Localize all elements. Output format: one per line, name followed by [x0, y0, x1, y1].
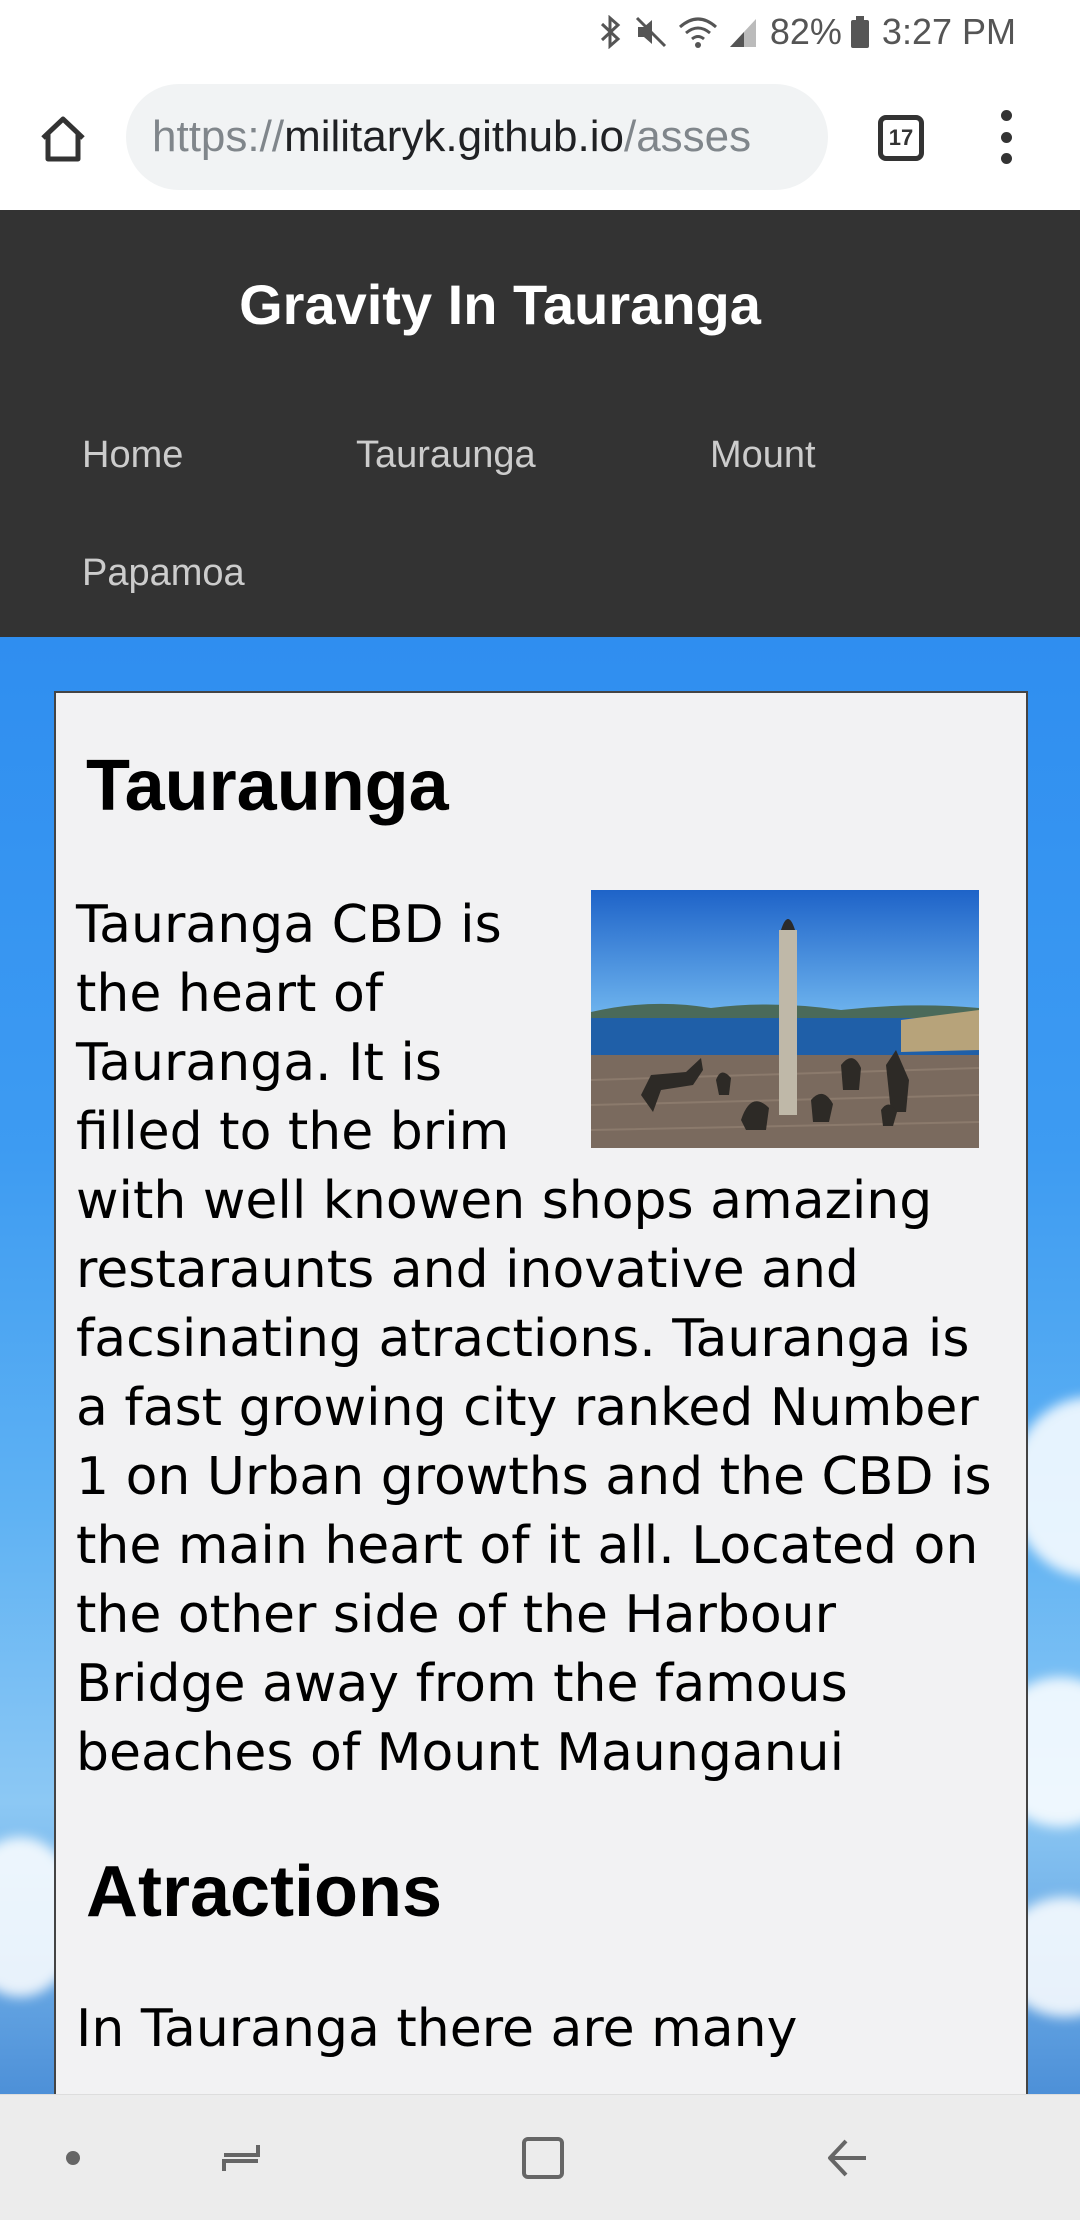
section-heading-tauraunga: Taurаunga [86, 746, 449, 826]
nav-papamoa-link[interactable]: Papamoa [82, 552, 245, 595]
tauranga-paragraph: Tauranga CBD is the heart of Tauranga. I… [76, 895, 992, 1783]
browser-toolbar: https://militaryk.github.io/asses 17 [0, 64, 1080, 210]
home-button[interactable] [30, 106, 96, 172]
battery-icon [850, 15, 870, 49]
wifi-icon [678, 15, 718, 49]
clock: 3:27 PM [881, 11, 1016, 52]
address-bar[interactable]: https://militaryk.github.io/asses [126, 84, 828, 190]
nav-mount-link[interactable]: Mount [710, 434, 816, 477]
url-host: militaryk.github.io [284, 112, 624, 161]
dot-icon [38, 2125, 108, 2191]
overflow-menu-icon[interactable] [986, 104, 1026, 170]
tab-switcher-button[interactable]: 17 [872, 112, 930, 164]
tabs-icon: 17 [878, 115, 924, 161]
signal-icon [728, 15, 758, 49]
atractions-paragraph: In Tauranga there are many [76, 1999, 798, 2059]
status-icons [598, 15, 758, 49]
nav-home-link[interactable]: Home [82, 434, 183, 477]
content-card: Taurаunga Tauranga CBD is the heart of T… [54, 691, 1028, 2121]
site-title: Gravity In Tauranga [239, 273, 761, 336]
mute-icon [634, 15, 668, 49]
bluetooth-icon [598, 15, 624, 49]
url-scheme: https:// [152, 112, 285, 161]
home-square-icon[interactable] [508, 2125, 578, 2191]
status-bar: 82% 3:27 PM [0, 0, 1080, 64]
battery-percent: 82% [769, 11, 842, 52]
recent-apps-icon[interactable] [206, 2125, 276, 2191]
section-heading-atractions: Atractions [86, 1852, 443, 1932]
tab-count: 17 [888, 125, 914, 150]
system-navigation-bar [0, 2094, 1080, 2220]
url-path: /asses [623, 112, 752, 161]
back-icon[interactable] [812, 2125, 882, 2191]
nav-tauraunga-link[interactable]: Taurаunga [356, 434, 536, 477]
site-header: Gravity In Tauranga Home Taurаunga Mount… [0, 210, 1080, 637]
home-icon [41, 116, 85, 162]
